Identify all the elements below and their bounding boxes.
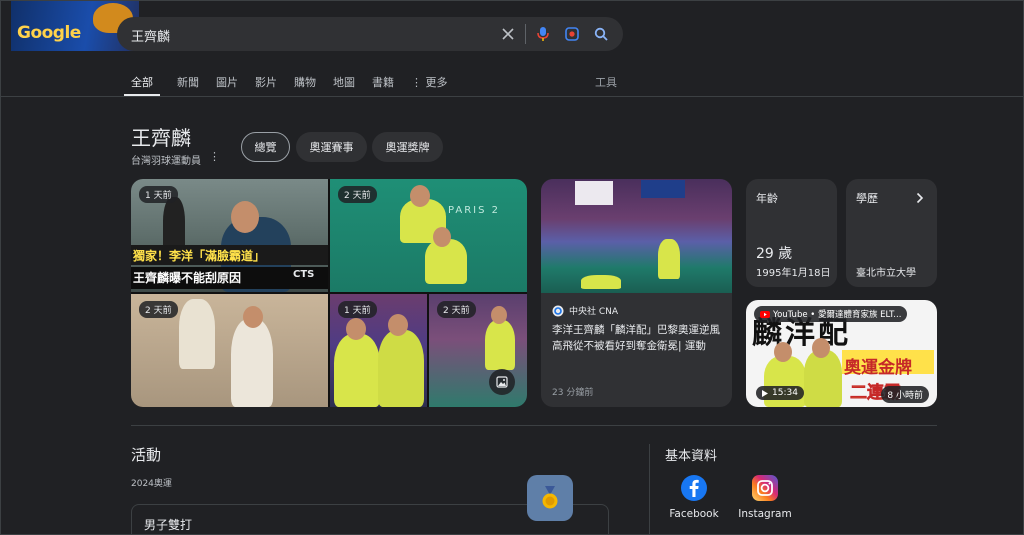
education-label: 學歷 — [856, 192, 878, 205]
facebook-label: Facebook — [669, 508, 719, 520]
image-result-4[interactable]: 1 天前 — [330, 294, 427, 407]
facebook-profile-link[interactable]: Facebook — [664, 474, 724, 520]
tab-all[interactable]: 全部 — [124, 71, 160, 96]
activity-title: 活動 — [131, 446, 162, 464]
image-result-5[interactable]: 2 天前 — [429, 294, 527, 407]
image-search-icon[interactable] — [489, 369, 515, 395]
education-card[interactable]: 學歷 臺北市立大學 — [846, 179, 937, 287]
tab-maps[interactable]: 地圖 — [333, 71, 355, 97]
instagram-label: Instagram — [738, 508, 792, 520]
news-source-name: 中央社 CNA — [569, 307, 619, 317]
birth-date: 1995年1月18日 — [756, 268, 831, 279]
image-age-badge: 2 天前 — [437, 301, 476, 318]
instagram-icon — [752, 475, 778, 501]
tab-news[interactable]: 新聞 — [177, 71, 199, 97]
entity-subtitle: 台灣羽球運動員 — [131, 156, 201, 167]
video-duration: 15:34 — [772, 388, 798, 398]
scoreboard — [641, 180, 685, 198]
age-card[interactable]: 年齡 29 歲 1995年1月18日 — [746, 179, 837, 287]
olympic-rings-board — [575, 181, 613, 205]
image-age-badge: 1 天前 — [139, 186, 178, 203]
header-divider — [1, 96, 1024, 97]
news-source: 中央社 CNA — [552, 304, 618, 317]
clear-icon[interactable] — [499, 25, 517, 43]
video-thumb-line1: 奧運金牌 — [844, 358, 912, 378]
image-age-badge: 1 天前 — [338, 301, 377, 318]
news-headline[interactable]: 李洋王齊麟「麟洋配」巴黎奧運逆風高飛從不被看好到奪金衛冕| 運動 — [552, 322, 724, 354]
tab-images[interactable]: 圖片 — [216, 71, 238, 97]
video-channel-badge: YouTube • 愛爾達體育家族 ELT... — [754, 306, 908, 322]
cts-logo: CTS — [293, 269, 315, 280]
play-icon — [762, 389, 768, 397]
video-card[interactable]: 麟洋配 YouTube • 愛爾達體育家族 ELT... 奧運金牌 二連霸 15… — [746, 300, 937, 407]
tools-button[interactable]: 工具 — [595, 74, 617, 90]
chip-olympic-events[interactable]: 奧運賽事 — [296, 132, 367, 162]
chip-overview[interactable]: 總覽 — [241, 132, 290, 162]
logo-text: Google — [17, 23, 81, 43]
tab-more-label: 更多 — [425, 76, 448, 89]
tab-videos[interactable]: 影片 — [255, 71, 277, 97]
image-collage: 獨家！李洋「滿臉霸道」 王齊麟曝不能刮原因 CTS 1 天前 PARIS 2 2… — [131, 179, 527, 407]
more-dots-icon: ⋮ — [411, 76, 426, 89]
medal-icon — [542, 486, 558, 509]
entity-more-icon[interactable]: ⋮ — [209, 150, 220, 163]
image-result-3[interactable]: 2 天前 — [131, 294, 328, 407]
medal-button[interactable] — [527, 475, 573, 521]
column-divider — [649, 444, 650, 535]
instagram-profile-link[interactable]: Instagram — [735, 474, 795, 520]
activity-subtitle: 2024奧運 — [131, 479, 172, 489]
cna-logo-icon — [552, 305, 564, 316]
tab-more[interactable]: ⋮ 更多 — [411, 71, 448, 97]
age-value: 29 歲 — [756, 246, 793, 262]
paris-overlay-text: PARIS 2 — [448, 205, 501, 216]
news-thumbnail — [541, 179, 732, 293]
facebook-icon — [681, 475, 707, 501]
youtube-icon — [760, 310, 770, 318]
microphone-icon[interactable] — [534, 25, 552, 43]
chevron-right-icon — [916, 189, 924, 208]
news-timestamp: 23 分鐘前 — [552, 388, 594, 398]
search-bar[interactable]: 王齊麟 — [117, 17, 623, 51]
activity-event-label: 男子雙打 — [144, 518, 193, 532]
search-input[interactable]: 王齊麟 — [131, 26, 170, 45]
image-age-badge: 2 天前 — [338, 186, 377, 203]
tab-shopping[interactable]: 購物 — [294, 71, 316, 97]
image-caption-line1: 獨家！李洋「滿臉霸道」 — [133, 249, 266, 263]
image-result-1[interactable]: 獨家！李洋「滿臉霸道」 王齊麟曝不能刮原因 CTS 1 天前 — [131, 179, 328, 292]
education-value: 臺北市立大學 — [856, 268, 916, 279]
search-tabs: 全部 新聞 圖片 影片 購物 地圖 書籍 ⋮ 更多 — [124, 71, 465, 97]
age-label: 年齡 — [756, 192, 778, 205]
search-icon[interactable] — [592, 25, 610, 43]
search-divider — [525, 24, 526, 44]
profiles-title: 基本資料 — [665, 449, 718, 464]
video-channel-name: YouTube • 愛爾達體育家族 ELT... — [773, 310, 902, 320]
camera-lens-icon[interactable] — [563, 25, 581, 43]
video-age-badge: 8 小時前 — [881, 386, 929, 403]
image-result-2[interactable]: PARIS 2 2 天前 — [330, 179, 527, 292]
image-age-badge: 2 天前 — [139, 301, 178, 318]
entity-title: 王齊麟 — [131, 126, 191, 150]
section-divider — [131, 425, 937, 426]
news-card[interactable]: 中央社 CNA 李洋王齊麟「麟洋配」巴黎奧運逆風高飛從不被看好到奪金衛冕| 運動… — [541, 179, 732, 407]
video-duration-badge: 15:34 — [756, 386, 804, 400]
chip-olympic-medals[interactable]: 奧運獎牌 — [372, 132, 443, 162]
image-caption-line2: 王齊麟曝不能刮原因 — [133, 271, 242, 285]
tab-books[interactable]: 書籍 — [372, 71, 394, 97]
